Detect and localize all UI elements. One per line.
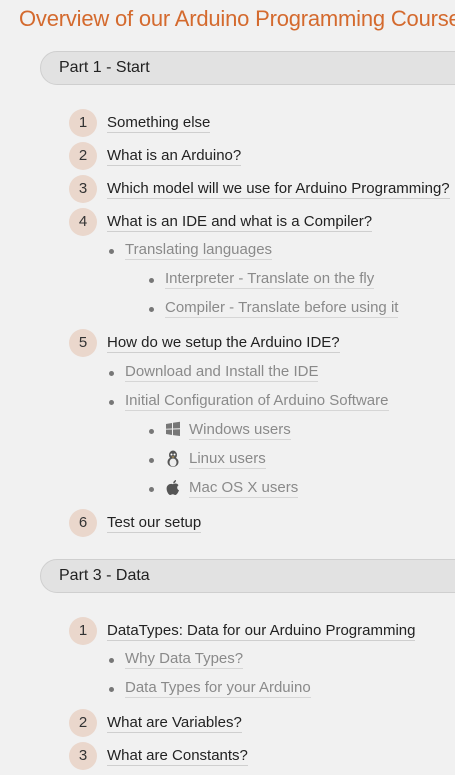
bullet xyxy=(149,487,154,492)
item-link[interactable]: How do we setup the Arduino IDE? xyxy=(107,334,340,353)
sub-item-link[interactable]: Compiler - Translate before using it xyxy=(165,299,399,318)
item-number-badge: 2 xyxy=(69,709,97,737)
apple-icon xyxy=(165,479,181,497)
bullet xyxy=(149,458,154,463)
sub-item-link[interactable]: Interpreter - Translate on the fly xyxy=(165,270,375,289)
item-number-badge: 1 xyxy=(69,109,97,137)
sub-item-link[interactable]: Linux users xyxy=(189,450,266,469)
item-link[interactable]: Which model will we use for Arduino Prog… xyxy=(107,180,450,199)
item-number-badge: 3 xyxy=(69,175,97,203)
bullet xyxy=(149,307,154,312)
sub-item-link[interactable]: Mac OS X users xyxy=(189,479,299,498)
sub-item-link[interactable]: Initial Configuration of Arduino Softwar… xyxy=(125,392,389,411)
bullet xyxy=(109,371,114,376)
item-number-badge: 4 xyxy=(69,208,97,236)
item-number-badge: 3 xyxy=(69,742,97,770)
bullet xyxy=(109,658,114,663)
bullet xyxy=(109,400,114,405)
item-number-badge: 1 xyxy=(69,617,97,645)
bullet xyxy=(149,429,154,434)
item-link[interactable]: What are Variables? xyxy=(107,714,242,733)
page-title: Overview of our Arduino Programming Cour… xyxy=(19,6,455,31)
item-link[interactable]: What is an IDE and what is a Compiler? xyxy=(107,213,373,232)
sub-item-link[interactable]: Translating languages xyxy=(125,241,273,260)
windows-icon xyxy=(165,421,181,439)
sub-item-link[interactable]: Download and Install the IDE xyxy=(125,363,319,382)
item-link[interactable]: What are Constants? xyxy=(107,747,248,766)
part-header[interactable]: Part 3 - Data xyxy=(40,559,455,593)
bullet xyxy=(109,687,114,692)
sub-item-link[interactable]: Why Data Types? xyxy=(125,650,244,669)
item-link[interactable]: Test our setup xyxy=(107,514,202,533)
item-number-badge: 2 xyxy=(69,142,97,170)
bullet xyxy=(149,278,154,283)
item-link[interactable]: What is an Arduino? xyxy=(107,147,242,166)
sub-item-link[interactable]: Data Types for your Arduino xyxy=(125,679,311,698)
linux-icon xyxy=(165,450,181,468)
part-header[interactable]: Part 1 - Start xyxy=(40,51,455,85)
item-number-badge: 5 xyxy=(69,329,97,357)
item-number-badge: 6 xyxy=(69,509,97,537)
sub-item-link[interactable]: Windows users xyxy=(189,421,291,440)
bullet xyxy=(109,249,114,254)
item-link[interactable]: DataTypes: Data for our Arduino Programm… xyxy=(107,622,416,641)
item-link[interactable]: Something else xyxy=(107,114,211,133)
